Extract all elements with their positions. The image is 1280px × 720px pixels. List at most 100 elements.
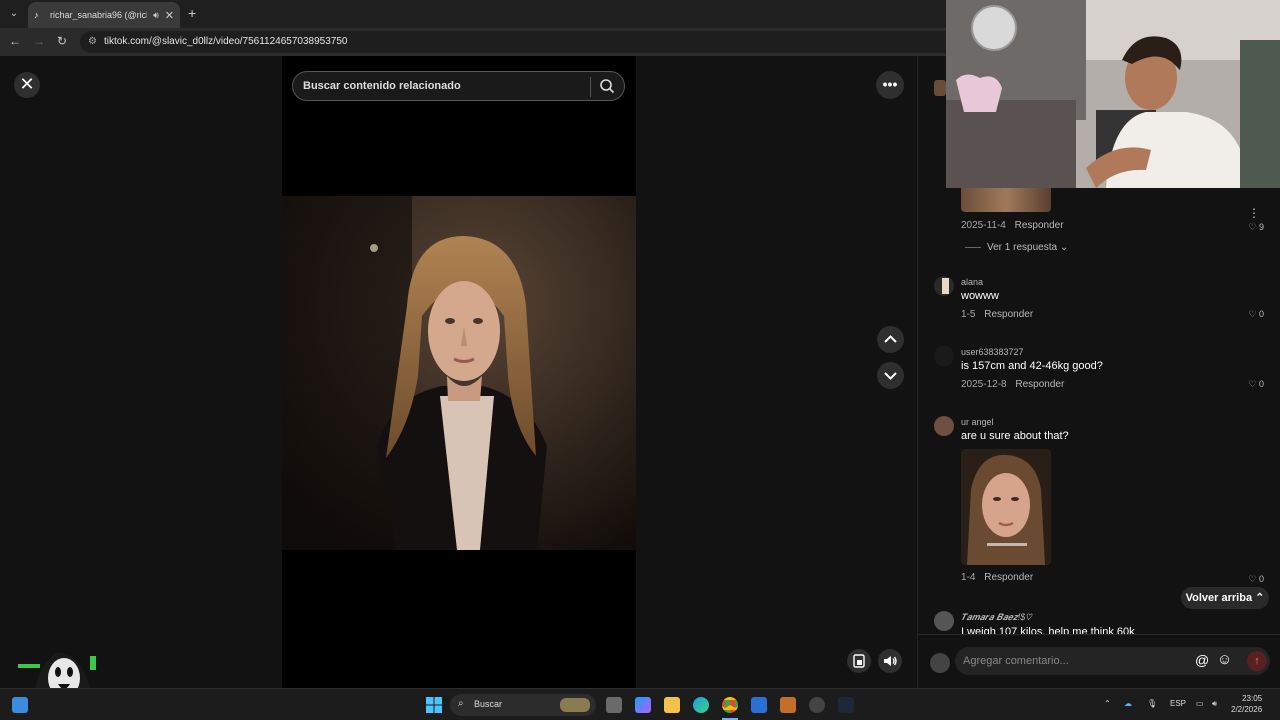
pinned-avatar[interactable] xyxy=(934,80,946,96)
reload-icon[interactable]: ↻ xyxy=(57,34,67,48)
game-app-icon[interactable] xyxy=(780,697,796,713)
view-replies-label: Ver 1 respuesta xyxy=(987,242,1058,253)
search-highlight-icon xyxy=(560,698,590,712)
tab-title: richar_sanabria96 (@richar... xyxy=(50,10,147,20)
video-frame-image xyxy=(282,196,636,550)
comment-text: are u sure about that? xyxy=(961,430,1069,442)
comment-date: 1-4 xyxy=(961,572,976,583)
double-chevron-up-icon: ⌃ xyxy=(1255,592,1265,604)
clock-time: 23:05 xyxy=(1242,694,1263,703)
reply-button[interactable]: Responder xyxy=(984,572,1033,583)
comment-item: alana wowww 1-5 Responder xyxy=(961,277,1261,320)
add-comment-placeholder: Agregar comentario... xyxy=(963,655,1069,667)
language-indicator[interactable]: ESP xyxy=(1170,699,1186,708)
comment-more-icon[interactable]: ⋮ xyxy=(1248,206,1260,220)
avatar-image xyxy=(942,278,949,294)
comment-meta: 1-4 Responder xyxy=(961,572,1261,583)
mention-icon[interactable]: @ xyxy=(1195,652,1209,668)
comment-image-thumbnail[interactable] xyxy=(961,188,1051,212)
comment-text: wowww xyxy=(961,290,999,302)
volume-icon xyxy=(884,656,897,666)
chevron-down-icon xyxy=(884,372,897,380)
site-info-icon[interactable]: ⚙ xyxy=(88,36,97,47)
start-menu-icon[interactable] xyxy=(426,697,442,713)
related-search-placeholder: Buscar contenido relacionado xyxy=(303,80,461,92)
audio-playing-icon[interactable]: 🔊︎ xyxy=(153,10,159,21)
volume-button[interactable] xyxy=(878,649,902,673)
chrome-icon[interactable] xyxy=(722,697,738,713)
comment-text: is 157cm and 42-46kg good? xyxy=(961,360,1103,372)
new-tab-button[interactable]: + xyxy=(188,5,196,21)
like-count[interactable]: ♡ 0 xyxy=(1248,574,1264,585)
speaker-icon[interactable]: 🔊︎ xyxy=(1212,699,1217,709)
comment-username[interactable]: ur angel xyxy=(961,417,1261,427)
video-player[interactable] xyxy=(282,196,636,550)
like-count[interactable]: ♡ 0 xyxy=(1248,379,1264,390)
comment-username[interactable]: user638383727 xyxy=(961,347,1261,357)
chevron-up-icon xyxy=(884,335,897,343)
view-replies-button[interactable]: Ver 1 respuesta ⌄ xyxy=(965,242,1068,253)
comment-photo xyxy=(961,449,1051,565)
comment-image[interactable] xyxy=(961,449,1051,565)
video-viewer: ✕ Buscar contenido relacionado ••• xyxy=(0,56,917,688)
comment-meta-top: 2025-11-4 Responder xyxy=(961,220,1261,231)
browser-tab[interactable]: ♪ richar_sanabria96 (@richar... 🔊︎ ✕ xyxy=(28,2,180,28)
comment-username[interactable]: 𝑻𝒂𝒎𝒂𝒓𝒂 𝑩𝒂𝒆𝒛!$♡ xyxy=(961,612,1261,623)
like-count-value: 9 xyxy=(1258,222,1264,232)
reply-button[interactable]: Responder xyxy=(1015,379,1064,390)
reply-button[interactable]: Responder xyxy=(1015,220,1064,231)
network-icon[interactable]: ▭ xyxy=(1196,699,1204,708)
related-search-input[interactable]: Buscar contenido relacionado xyxy=(292,71,625,101)
taskbar-search[interactable]: ⌕ Buscar xyxy=(450,694,596,716)
avatar[interactable] xyxy=(934,276,954,296)
tab-search-menu-button[interactable]: ⌄ xyxy=(6,6,22,22)
add-comment-input[interactable]: Agregar comentario... @ ☺ ↑ xyxy=(955,647,1270,675)
search-icon: ⌕ xyxy=(458,698,464,709)
webcam-overlay xyxy=(946,0,1280,188)
steam-icon[interactable] xyxy=(838,697,854,713)
mini-player-icon xyxy=(853,654,865,668)
avatar[interactable] xyxy=(934,416,954,436)
current-user-avatar[interactable] xyxy=(930,653,950,673)
comment-date: 2025-11-4 xyxy=(961,220,1006,231)
comment-item: ur angel are u sure about that? xyxy=(961,417,1261,442)
store-icon[interactable] xyxy=(751,697,767,713)
send-comment-button[interactable]: ↑ xyxy=(1247,651,1267,671)
next-video-button[interactable] xyxy=(877,362,904,389)
like-count[interactable]: ♡ 0 xyxy=(1248,309,1264,320)
edge-icon[interactable] xyxy=(693,697,709,713)
search-divider xyxy=(590,77,591,97)
back-to-top-button[interactable]: Volver arriba ⌃ xyxy=(1181,587,1269,609)
obs-icon[interactable] xyxy=(809,697,825,713)
like-count-value: 0 xyxy=(1258,379,1264,389)
previous-video-button[interactable] xyxy=(877,326,904,353)
avatar[interactable] xyxy=(934,346,954,366)
onedrive-icon[interactable]: ☁ xyxy=(1124,699,1132,708)
webcam-image xyxy=(946,0,1280,188)
reply-button[interactable]: Responder xyxy=(984,309,1033,320)
close-tab-icon[interactable]: ✕ xyxy=(165,9,174,22)
close-viewer-button[interactable]: ✕ xyxy=(14,72,40,98)
task-view-icon[interactable] xyxy=(606,697,622,713)
back-arrow-icon[interactable]: ← xyxy=(9,34,21,48)
file-explorer-icon[interactable] xyxy=(664,697,680,713)
comment-meta: 1-5 Responder xyxy=(961,309,1261,320)
more-options-button[interactable]: ••• xyxy=(876,71,904,99)
system-clock[interactable]: 23:05 2/2/2026 xyxy=(1231,693,1262,715)
microphone-icon[interactable]: 🎙︎ xyxy=(1147,699,1157,708)
copilot-icon[interactable] xyxy=(635,697,651,713)
comment-date: 1-5 xyxy=(961,309,976,320)
comment-composer: Agregar comentario... @ ☺ ↑ xyxy=(918,634,1280,688)
mini-player-button[interactable] xyxy=(847,649,871,673)
windows-taskbar: ⌕ Buscar ⌃ ☁ 🎙︎ ESP ▭ 🔊︎ 23:05 2/2/2026 xyxy=(0,688,1280,720)
forward-arrow-icon[interactable]: → xyxy=(33,34,45,48)
like-count[interactable]: ♡ 9 xyxy=(1248,222,1264,233)
desktop-file-icon[interactable] xyxy=(12,697,28,713)
comment-username[interactable]: alana xyxy=(961,277,1261,287)
search-icon[interactable] xyxy=(598,77,616,95)
avatar[interactable] xyxy=(934,611,954,631)
comment-date: 2025-12-8 xyxy=(961,379,1007,390)
tray-overflow-icon[interactable]: ⌃ xyxy=(1104,699,1111,708)
emoji-icon[interactable]: ☺ xyxy=(1217,651,1232,668)
replies-divider xyxy=(965,246,981,248)
